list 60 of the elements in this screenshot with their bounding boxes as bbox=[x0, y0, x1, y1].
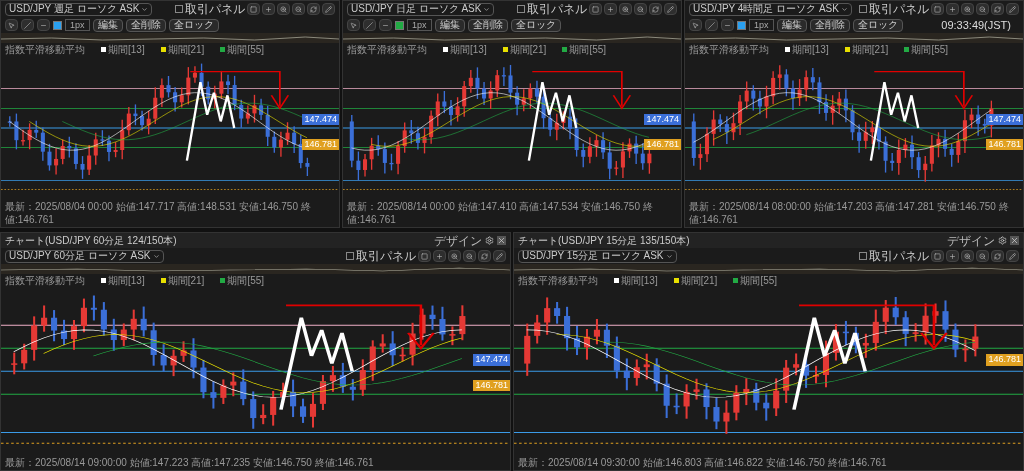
price-tag: 147.474 bbox=[644, 113, 681, 125]
price-tag: 146.781 bbox=[644, 138, 681, 151]
legend-label: 期間[21] bbox=[680, 275, 718, 286]
price-tag: 146.781 bbox=[302, 138, 339, 151]
legend-label: 期間[55] bbox=[227, 275, 265, 286]
symbol-dropdown[interactable]: USD/JPY 60分足 ローソク ASK bbox=[5, 249, 164, 263]
legend-label: 期間[55] bbox=[911, 44, 949, 55]
toolbar-button[interactable]: 編集 bbox=[434, 18, 465, 32]
legend-label: 期間[21] bbox=[167, 44, 205, 55]
legend-label: 期間[13] bbox=[108, 44, 145, 55]
line-width-dropdown[interactable]: 1px bbox=[749, 19, 774, 31]
price-tag: 146.781 bbox=[986, 354, 1023, 366]
legend-label: 期間[55] bbox=[569, 44, 607, 55]
legend-label: 期間[21] bbox=[167, 275, 205, 286]
price-tag: 147.474 bbox=[986, 113, 1023, 125]
line-width-dropdown[interactable]: 1px bbox=[407, 19, 432, 31]
line-width-dropdown[interactable]: 1px bbox=[65, 19, 90, 31]
status-line: 最新：2025/08/14 09:30:00 始値:146.803 高値:146.822 安値:146.750 終値:146.761 bbox=[518, 456, 887, 469]
trade-panel-label: 取引パネル bbox=[185, 2, 245, 16]
toolbar-button[interactable]: 編集 bbox=[92, 18, 123, 32]
legend-label: 期間[13] bbox=[108, 275, 145, 286]
legend-label: 期間[21] bbox=[509, 44, 547, 55]
legend-label: 期間[13] bbox=[621, 275, 658, 286]
price-tag: 146.781 bbox=[473, 379, 510, 391]
design-link[interactable]: デザイン bbox=[947, 233, 995, 248]
legend-label: 期間[55] bbox=[227, 44, 265, 55]
legend-title: 指数平滑移動平均 bbox=[347, 44, 427, 55]
trade-panel-label: 取引パネル bbox=[527, 2, 587, 16]
legend-title: 指数平滑移動平均 bbox=[689, 44, 769, 55]
toolbar-button[interactable]: 全削除 bbox=[809, 18, 850, 32]
symbol-dropdown[interactable]: USD/JPY 4時間足 ローソク ASK bbox=[689, 2, 852, 16]
trade-panel-label: 取引パネル bbox=[356, 249, 416, 263]
toolbar-button[interactable]: 全削除 bbox=[125, 18, 166, 32]
symbol-dropdown[interactable]: USD/JPY 週足 ローソク ASK bbox=[5, 2, 153, 16]
status-line: 最新：2025/08/14 08:00:00 始値:147.203 高値:147.281 安値:146.750 終値:146.761 bbox=[689, 201, 1010, 226]
toolbar-button[interactable]: 全ロック bbox=[168, 18, 219, 32]
window-title: チャート(USD/JPY 15分足 135/150本) bbox=[518, 235, 690, 246]
price-tag: 147.474 bbox=[473, 354, 510, 366]
symbol-dropdown[interactable]: USD/JPY 15分足 ローソク ASK bbox=[518, 249, 677, 263]
status-line: 最新：2025/08/14 09:00:00 始値:147.223 高値:147.235 安値:146.750 終値:146.761 bbox=[5, 456, 374, 469]
legend-label: 期間[21] bbox=[851, 44, 889, 55]
price-tag: 146.781 bbox=[986, 138, 1023, 151]
legend-label: 期間[13] bbox=[792, 44, 829, 55]
trade-panel-label: 取引パネル bbox=[869, 249, 929, 263]
legend-label: 期間[55] bbox=[740, 275, 778, 286]
toolbar-button[interactable]: 編集 bbox=[776, 18, 807, 32]
toolbar-button[interactable]: 全削除 bbox=[467, 18, 508, 32]
design-link[interactable]: デザイン bbox=[434, 233, 482, 248]
legend-title: 指数平滑移動平均 bbox=[5, 44, 85, 55]
status-line: 最新：2025/08/14 00:00 始値:147.410 高値:147.534 安値:146.750 終値:146.761 bbox=[347, 201, 654, 226]
legend-label: 期間[13] bbox=[450, 44, 487, 55]
price-tag: 147.474 bbox=[302, 113, 339, 125]
toolbar-button[interactable]: 全ロック bbox=[510, 18, 561, 32]
trade-panel-label: 取引パネル bbox=[869, 2, 929, 16]
symbol-dropdown[interactable]: USD/JPY 日足 ローソク ASK bbox=[347, 2, 495, 16]
toolbar-button[interactable]: 全ロック bbox=[852, 18, 903, 32]
status-line: 最新：2025/08/04 00:00 始値:147.717 高値:148.531 安値:146.750 終値:146.761 bbox=[5, 201, 312, 226]
legend-title: 指数平滑移動平均 bbox=[5, 275, 85, 286]
window-title: チャート(USD/JPY 60分足 124/150本) bbox=[5, 235, 177, 246]
legend-title: 指数平滑移動平均 bbox=[518, 275, 598, 286]
